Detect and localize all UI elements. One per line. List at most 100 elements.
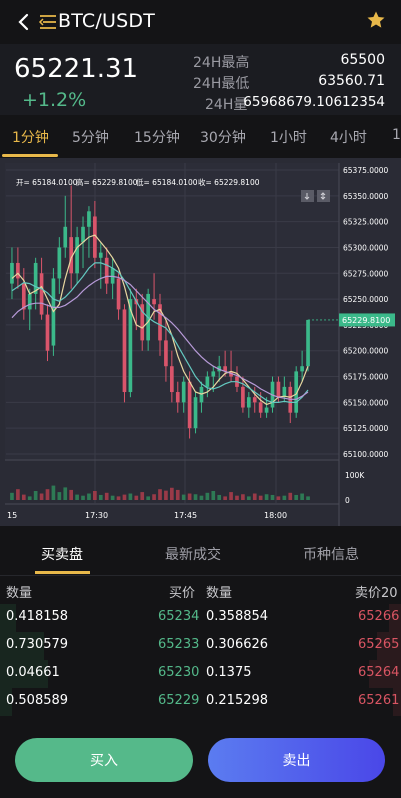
volume-bar <box>134 495 139 500</box>
volume-bar <box>110 495 115 500</box>
candle-body <box>276 381 281 398</box>
sell-button[interactable]: 卖出 <box>208 738 385 782</box>
volume-tick-label: 0 <box>345 496 350 505</box>
price-tick-label: 65300.0000 <box>343 243 389 252</box>
price-tick-label: 65275.0000 <box>343 269 389 278</box>
volume-bar <box>104 492 109 500</box>
price-tick-label: 65125.0000 <box>343 424 389 433</box>
candle-body <box>175 392 180 403</box>
orderbook-row[interactable]: 0.730579 65233 0.306626 65265 <box>0 632 401 660</box>
orderbook-row[interactable]: 0.418158 65234 0.358854 65266 <box>0 604 401 632</box>
tab-1hour[interactable]: 1小时 <box>270 127 307 147</box>
price-tick-label: 65150.0000 <box>343 398 389 407</box>
volume-bar <box>211 491 216 500</box>
orderbook-section-tabs: 买卖盘 最新成交 币种信息 <box>0 532 401 576</box>
volume-bar <box>229 492 233 500</box>
volume-bar <box>57 492 62 500</box>
ohlc-low: 低= 65184.0100 <box>136 177 198 187</box>
favorite-star-icon[interactable] <box>366 10 386 30</box>
volume-bar <box>75 494 79 500</box>
bid-price: 65230 <box>158 665 200 680</box>
price-tick-label: 65200.0000 <box>343 347 389 356</box>
volume-bar <box>288 492 293 500</box>
volume-bar <box>258 495 263 500</box>
candle-body <box>98 252 103 258</box>
candle-body <box>211 371 216 377</box>
volume-bar <box>16 489 20 500</box>
volume-bar <box>300 493 304 500</box>
orderbook-row[interactable]: 0.04661 65230 0.1375 65264 <box>0 660 401 688</box>
candle-body <box>122 309 127 393</box>
header-bid-price: 买价 <box>169 586 196 601</box>
current-price-tag: 65229.8100 <box>339 313 395 327</box>
volume-bar <box>264 494 269 500</box>
candle-body <box>264 407 269 413</box>
pair-title[interactable]: BTC/USDT <box>58 10 155 32</box>
volume-bar <box>282 495 287 500</box>
bid-price: 65233 <box>158 637 200 652</box>
volume-bar <box>217 494 222 500</box>
ohlc-close: 收= 65229.8100 <box>198 177 260 187</box>
tab-1min[interactable]: 1分钟 <box>12 127 49 147</box>
price-axis: 65375.0000 65350.0000 65325.0000 65300.0000… <box>343 166 389 505</box>
bid-qty: 0.04661 <box>6 665 60 680</box>
tab-5min[interactable]: 5分钟 <box>72 127 109 147</box>
volume-bar <box>270 494 275 500</box>
volume-bar <box>223 496 227 500</box>
interval-tabs: 1分钟 5分钟 15分钟 30分钟 1小时 4小时 1 <box>0 117 401 157</box>
volume-bar <box>276 496 281 500</box>
candle-body <box>205 376 210 387</box>
volume-bar <box>87 493 91 500</box>
stat-24h-volume: 24H量 65968679.10612354 <box>205 94 385 113</box>
pair-menu-icon[interactable] <box>38 14 58 30</box>
tab-latest-trades[interactable]: 最新成交 <box>165 544 221 564</box>
time-tick-label: 15 <box>7 511 17 520</box>
volume-bar <box>69 489 74 500</box>
tab-orderbook[interactable]: 买卖盘 <box>41 544 83 564</box>
volume-bar <box>241 494 245 500</box>
candle-body <box>63 226 68 248</box>
volume-bar <box>33 491 38 500</box>
ask-price: 65266 <box>358 609 400 624</box>
stat-value: 63560.71 <box>318 73 385 89</box>
volume-bar <box>199 495 204 500</box>
candle-body <box>164 340 168 367</box>
ask-qty: 0.358854 <box>206 609 269 624</box>
stat-24h-high: 24H最高 65500 <box>193 52 385 71</box>
bid-price: 65229 <box>158 693 200 708</box>
candle-body <box>21 283 26 310</box>
last-price: 65221.31 <box>14 54 139 84</box>
buy-button[interactable]: 买入 <box>15 738 193 782</box>
volume-bar <box>205 492 210 500</box>
candle-body <box>193 397 198 429</box>
tab-coin-info[interactable]: 币种信息 <box>303 544 359 564</box>
tab-4hour[interactable]: 4小时 <box>330 127 367 147</box>
tab-15min[interactable]: 15分钟 <box>134 127 180 147</box>
orderbook-row[interactable]: 0.508589 65229 0.215298 65261 <box>0 688 401 716</box>
price-tick-label: 65100.0000 <box>343 450 389 459</box>
volume-bar <box>306 496 310 500</box>
time-tick-label: 18:00 <box>264 511 287 520</box>
orderbook-header: 数量 买价 数量 卖价20 <box>0 580 401 602</box>
volume-bar <box>93 491 97 500</box>
kline-chart[interactable]: 65375.0000 65350.0000 65325.0000 65300.0000… <box>0 158 401 526</box>
volume-bar <box>181 494 186 500</box>
ohlc-high: 高= 65229.8100 <box>76 177 138 187</box>
candle-body <box>300 366 304 372</box>
volume-bar <box>294 494 299 500</box>
volume-bar <box>158 489 162 500</box>
stat-24h-low: 24H最低 63560.71 <box>193 73 385 92</box>
bid-qty: 0.418158 <box>6 609 69 624</box>
candle-body <box>45 314 50 351</box>
candle-body <box>152 299 156 305</box>
candle-body <box>306 319 310 367</box>
price-tick-label: 65350.0000 <box>343 192 389 201</box>
volume-bar <box>81 495 85 500</box>
volume-bar <box>45 489 50 500</box>
tab-more[interactable]: 1 <box>392 127 401 143</box>
volume-bar <box>152 494 156 500</box>
candle-body <box>75 237 79 274</box>
header-bid-qty: 数量 <box>6 586 33 601</box>
back-arrow-icon[interactable] <box>14 10 34 34</box>
tab-30min[interactable]: 30分钟 <box>200 127 246 147</box>
